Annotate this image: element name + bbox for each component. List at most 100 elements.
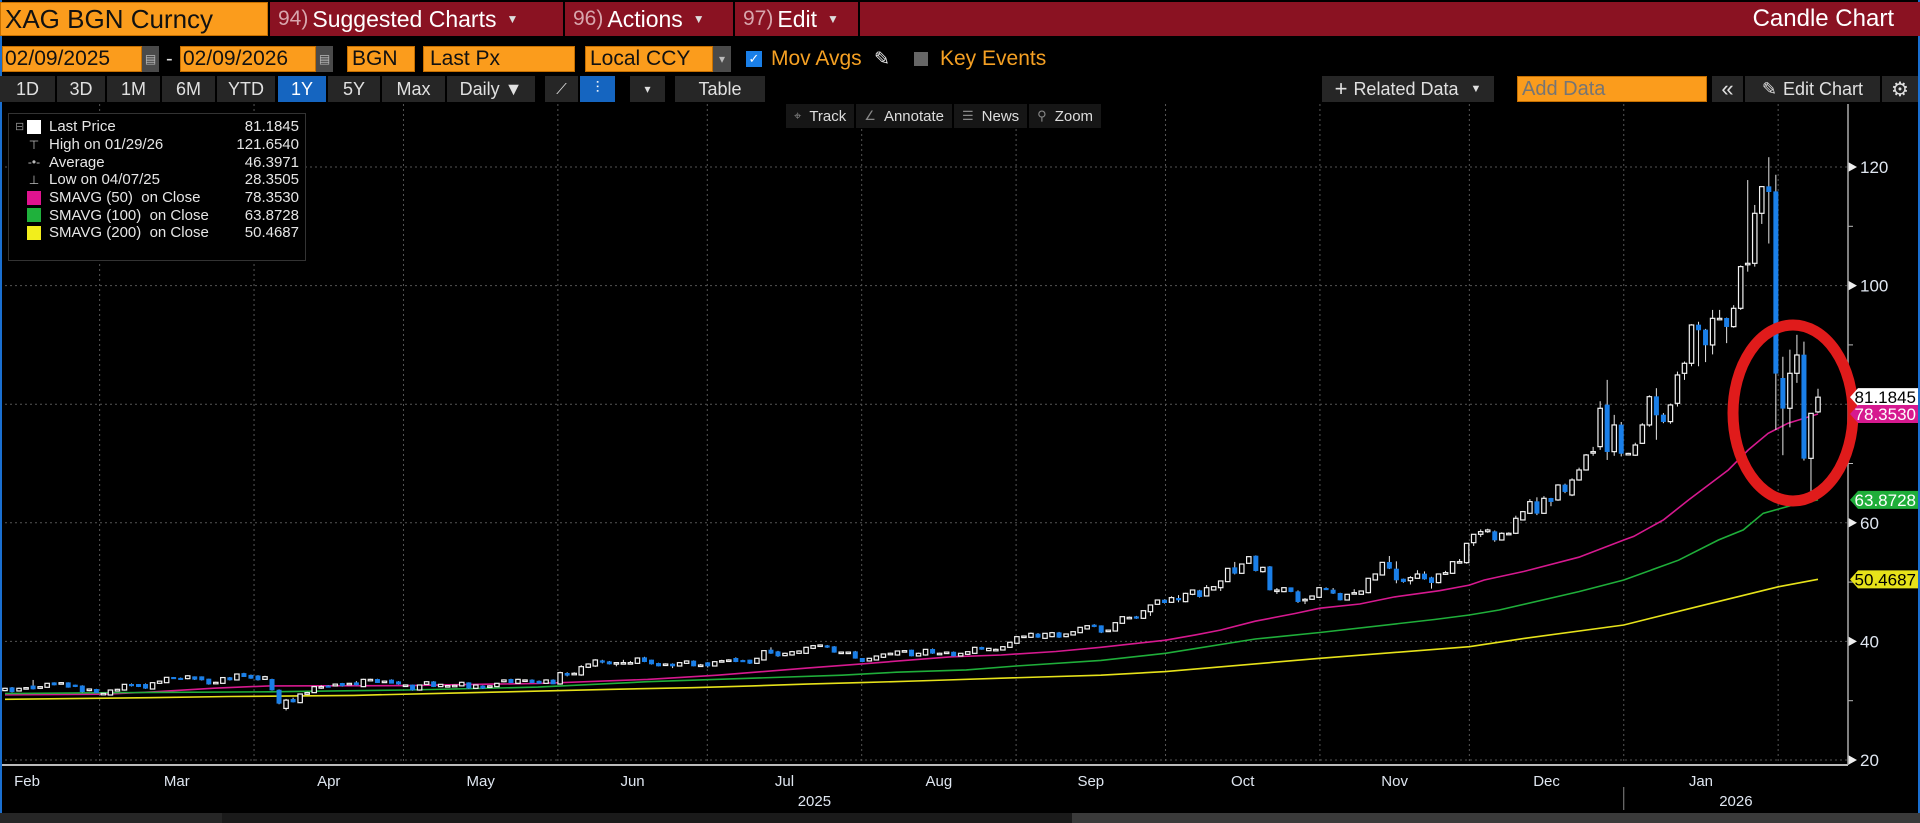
gear-icon[interactable]: ⚙: [1882, 76, 1918, 102]
candle-down: [564, 673, 570, 676]
x-month-label: Mar: [164, 773, 190, 790]
mov-avgs-checkbox[interactable]: ✓: [746, 51, 762, 67]
candle-down: [1429, 577, 1435, 583]
pencil-icon[interactable]: ✎: [874, 46, 890, 72]
candle-down: [599, 660, 605, 663]
table-button[interactable]: Table: [675, 76, 765, 102]
candle-up: [1316, 587, 1322, 598]
field-selector[interactable]: Last Px: [423, 46, 575, 72]
add-data-input[interactable]: [1517, 76, 1707, 102]
legend-row-sma50: SMAVG (50) on Close 78.3530: [15, 189, 299, 207]
candle-up: [866, 657, 873, 662]
candle-down: [1197, 590, 1203, 597]
candle-up: [1449, 561, 1456, 574]
key-events-label[interactable]: Key Events: [940, 46, 1046, 72]
candle-down: [396, 681, 402, 685]
x-month-label: Jun: [620, 773, 644, 790]
period-ytd[interactable]: YTD: [217, 76, 275, 102]
candle-up: [1513, 517, 1519, 534]
candle-up: [1688, 324, 1695, 364]
zoom-tool[interactable]: ⚲ Zoom: [1029, 104, 1102, 128]
candle-up: [817, 644, 823, 648]
collapse-icon[interactable]: «: [1712, 76, 1743, 102]
menu-edit[interactable]: 97) Edit ▼: [735, 2, 858, 36]
date-separator: -: [166, 47, 173, 70]
scrollbar-left-segment[interactable]: [0, 813, 222, 823]
candle-up: [1737, 266, 1744, 309]
calendar-icon[interactable]: ▤: [316, 46, 333, 72]
scrollbar-thumb[interactable]: [1072, 813, 1920, 823]
candle-up: [1555, 484, 1561, 501]
legend-row-sma200: SMAVG (200) on Close 50.4687: [15, 224, 299, 242]
candle-up: [515, 678, 521, 684]
candle-up: [2, 687, 8, 692]
candle-chart-icon[interactable]: ⫶: [580, 76, 615, 102]
edit-chart-button[interactable]: ✎ Edit Chart: [1745, 76, 1880, 102]
candle-down: [51, 682, 57, 686]
x-month-label: Dec: [1533, 773, 1560, 790]
track-tool[interactable]: ⌖ Track: [786, 104, 855, 128]
frequency-select[interactable]: Daily ▼: [447, 76, 535, 102]
calendar-icon[interactable]: ▤: [142, 46, 159, 72]
legend-value: 28.3505: [244, 171, 299, 189]
candle-down: [290, 699, 296, 703]
period-1y[interactable]: 1Y: [278, 76, 326, 102]
candle-down: [269, 679, 275, 691]
annotation-ellipse[interactable]: [1727, 319, 1859, 507]
chart-type-dropdown-icon[interactable]: ▾: [630, 76, 665, 102]
mov-avgs-label[interactable]: Mov Avgs: [771, 46, 862, 72]
period-3d[interactable]: 3D: [57, 76, 105, 102]
end-date-field[interactable]: 02/09/2026: [180, 46, 316, 72]
line-chart-icon[interactable]: ⟋: [545, 76, 578, 102]
price-tags: 81.184578.353063.872850.4687: [1850, 388, 1918, 589]
related-data-button[interactable]: + Related Data ▼: [1322, 76, 1494, 102]
period-max[interactable]: Max: [382, 76, 445, 102]
candle-up: [1168, 597, 1175, 603]
candle-up: [1674, 374, 1681, 404]
price-tag-label: 63.8728: [1855, 491, 1916, 510]
currency-select[interactable]: Local CCY: [585, 46, 713, 72]
period-1m[interactable]: 1M: [107, 76, 160, 102]
candle-up: [1541, 497, 1547, 514]
candle-up: [922, 648, 929, 656]
candle-up: [1639, 424, 1646, 444]
candle-down: [670, 663, 676, 667]
candle-down: [480, 685, 486, 689]
period-5y[interactable]: 5Y: [328, 76, 380, 102]
candle-up: [487, 685, 493, 688]
candle-down: [1253, 555, 1259, 571]
candle-up: [1787, 372, 1793, 409]
candle-up: [1112, 622, 1119, 632]
legend-label: High on 01/29/26: [49, 136, 164, 154]
candle-up: [1569, 479, 1575, 496]
pricing-source-field[interactable]: BGN: [347, 46, 415, 72]
candle-down: [353, 682, 359, 686]
candle-up: [1709, 317, 1716, 346]
start-date-field[interactable]: 02/09/2025: [2, 46, 142, 72]
collapse-icon[interactable]: ⊟: [15, 120, 25, 133]
menu-suggested-charts[interactable]: 94) Suggested Charts ▼: [270, 2, 563, 36]
track-label: Track: [809, 107, 847, 125]
candle-down: [1386, 562, 1392, 569]
currency-dropdown-icon[interactable]: ▾: [713, 46, 731, 72]
news-tool[interactable]: ☰ News: [954, 104, 1028, 128]
candle-down: [72, 684, 78, 687]
period-1d[interactable]: 1D: [0, 76, 55, 102]
candle-up: [1203, 587, 1210, 597]
key-events-checkbox[interactable]: [914, 52, 928, 66]
annotate-tool[interactable]: ∠ Annotate: [856, 104, 952, 128]
chart-tools: ⌖ Track ∠ Annotate ☰ News ⚲ Zoom: [786, 104, 1102, 128]
x-year-label: 2025: [798, 793, 831, 810]
candle-up: [838, 651, 845, 655]
security-field[interactable]: XAG BGN Curncy: [0, 2, 268, 36]
candle-up: [381, 680, 388, 684]
candle-up: [1751, 212, 1758, 264]
menu-actions[interactable]: 96) Actions ▼: [565, 2, 733, 36]
candle-up: [332, 683, 339, 687]
legend-row-low: ⊥ Low on 04/07/25 28.3505: [15, 171, 299, 189]
candle-down: [908, 649, 914, 657]
period-6m[interactable]: 6M: [162, 76, 215, 102]
candle-up: [1140, 610, 1147, 619]
sma-line-100: [4, 499, 1819, 695]
yellow-square-icon: [27, 225, 41, 240]
